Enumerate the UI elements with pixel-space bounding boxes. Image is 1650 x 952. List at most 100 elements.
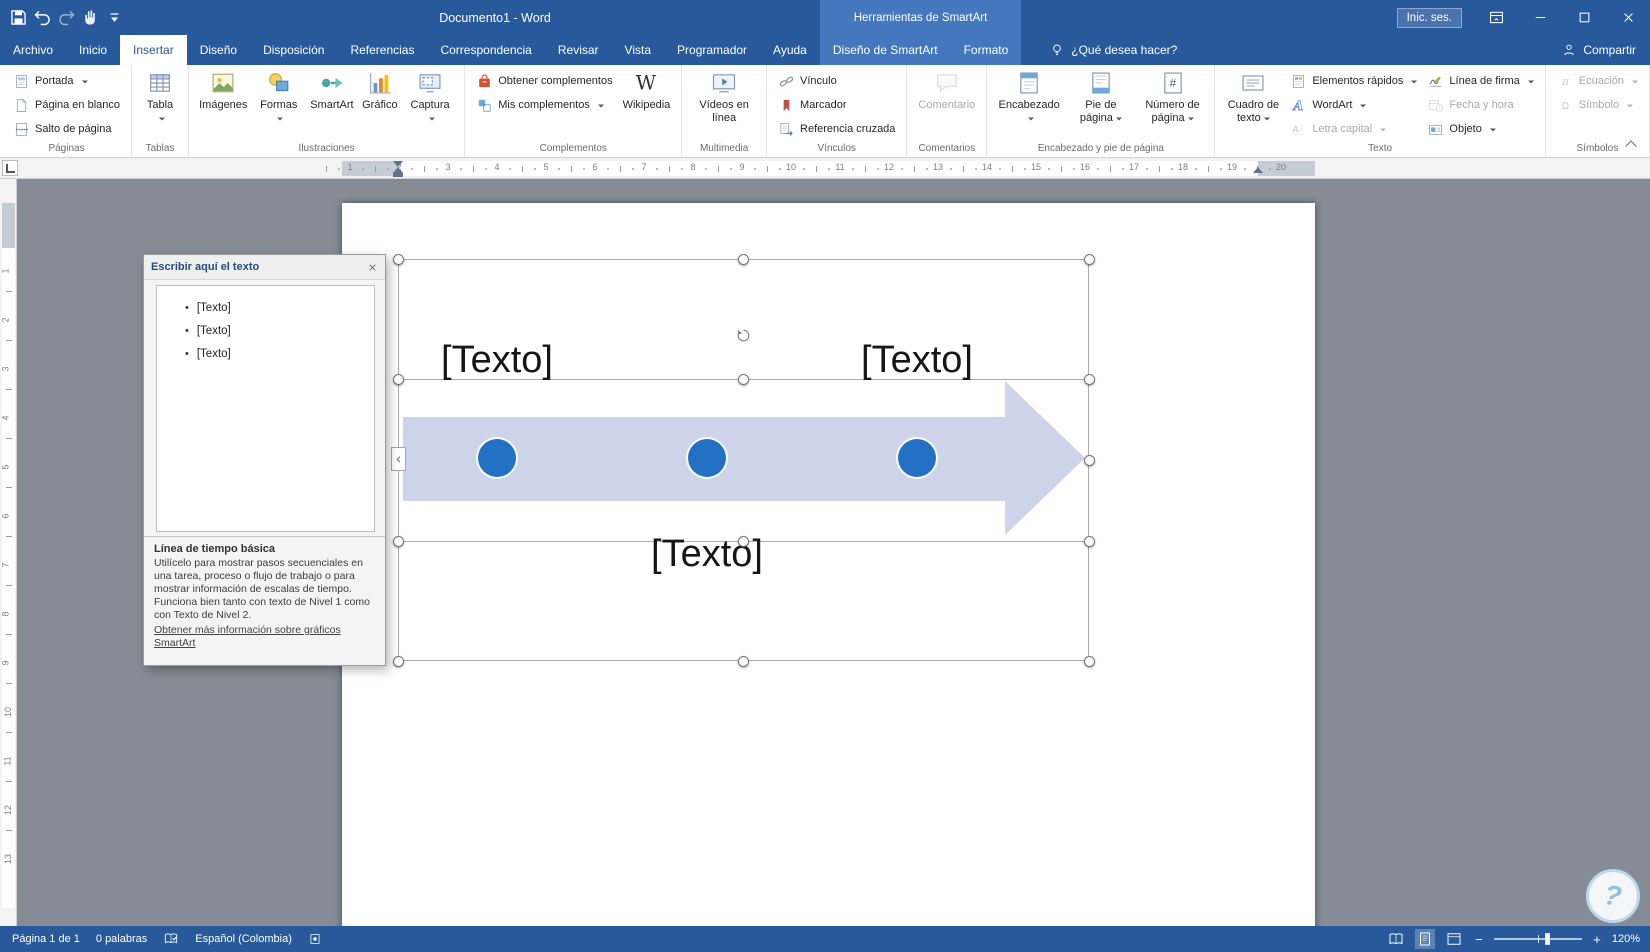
maximize-button[interactable] <box>1562 0 1606 35</box>
text-pane-header[interactable]: Escribir aquí el texto <box>144 255 385 280</box>
zoom-slider-thumb[interactable] <box>1544 933 1550 945</box>
collapse-ribbon-icon[interactable] <box>1624 138 1638 152</box>
selection-handle[interactable] <box>392 253 404 265</box>
group-label-encabezado-y-pie-de-pagina: Encabezado y pie de página <box>1037 143 1164 154</box>
tab-correspondencia[interactable]: Correspondencia <box>427 35 544 65</box>
undo-icon[interactable] <box>32 7 53 28</box>
touch-mode-icon[interactable] <box>80 7 101 28</box>
timeline-label-top-2[interactable]: [Texto] <box>861 339 973 381</box>
selection-handle[interactable] <box>392 373 404 385</box>
tab-programador[interactable]: Programador <box>664 35 760 65</box>
selection-handle[interactable] <box>1083 655 1095 667</box>
tab-inicio[interactable]: Inicio <box>66 35 120 65</box>
learn-more-link[interactable]: Obtener más información sobre gráficos S… <box>154 624 375 650</box>
word-count[interactable]: 0 palabras <box>96 933 147 945</box>
ribbon-objeto[interactable]: Objeto <box>1423 119 1537 139</box>
redo-icon[interactable] <box>56 7 77 28</box>
selection-handle[interactable] <box>392 655 404 667</box>
selection-handle[interactable] <box>738 253 749 265</box>
tab-revisar[interactable]: Revisar <box>545 35 612 65</box>
timeline-milestone-circle-3[interactable] <box>898 439 936 477</box>
selection-handle[interactable] <box>1083 253 1095 265</box>
ribbon-tabla[interactable]: Tabla <box>139 66 181 125</box>
selection-handle[interactable] <box>738 373 749 385</box>
ribbon-ecuacion[interactable]: π Ecuación <box>1553 71 1642 91</box>
ribbon-imagenes[interactable]: Imágenes <box>196 66 250 113</box>
ribbon-vinculo[interactable]: Vínculo <box>774 71 899 91</box>
ribbon-letra-capital[interactable]: A Letra capital <box>1286 119 1421 139</box>
rotate-handle-icon[interactable] <box>735 327 752 344</box>
tab-diseno[interactable]: Diseño <box>187 35 250 65</box>
ribbon-formas[interactable]: Formas <box>253 66 306 125</box>
selection-handle[interactable] <box>738 535 749 547</box>
zoom-slider[interactable] <box>1493 932 1582 946</box>
tell-me-box[interactable]: ¿Qué desea hacer? <box>1049 35 1177 65</box>
save-icon[interactable] <box>8 7 29 28</box>
ribbon-simbolo[interactable]: Ω Símbolo <box>1553 95 1642 115</box>
tab-selector-icon[interactable] <box>2 160 18 176</box>
timeline-milestone-circle-2[interactable] <box>688 439 726 477</box>
tab-diseno-de-smartart[interactable]: Diseño de SmartArt <box>820 35 951 65</box>
ribbon-videos-en-linea[interactable]: Vídeos en línea <box>689 66 759 125</box>
tab-disposicion[interactable]: Disposición <box>250 35 337 65</box>
selection-handle[interactable] <box>738 655 749 667</box>
ribbon-elementos-rapidos[interactable]: Elementos rápidos <box>1286 71 1421 91</box>
ribbon-grafico[interactable]: Gráfico <box>359 66 401 113</box>
ribbon-mis-complementos[interactable]: Mis complementos <box>472 95 616 115</box>
selection-handle[interactable] <box>1083 535 1095 547</box>
ribbon-pagina-en-blanco[interactable]: Página en blanco <box>9 95 124 115</box>
tab-insertar[interactable]: Insertar <box>120 35 187 65</box>
text-pane-list[interactable]: • [Texto] • [Texto] • [Texto] <box>156 285 375 532</box>
language-indicator[interactable]: Español (Colombia) <box>195 933 292 945</box>
ribbon-wikipedia[interactable]: W Wikipedia <box>619 66 675 113</box>
ribbon-fecha-y-hora[interactable]: Fecha y hora <box>1423 95 1537 115</box>
ribbon-portada[interactable]: Portada <box>9 71 124 91</box>
text-pane-item[interactable]: • [Texto] <box>163 319 368 342</box>
ribbon-cuadro-de-texto[interactable]: Cuadro de texto <box>1222 66 1284 125</box>
tab-ayuda[interactable]: Ayuda <box>760 35 820 65</box>
ribbon-referencia-cruzada[interactable]: Referencia cruzada <box>774 119 899 139</box>
close-icon[interactable] <box>367 262 378 273</box>
proofing-status-icon[interactable] <box>163 931 179 947</box>
timeline-milestone-circle-1[interactable] <box>478 439 516 477</box>
zoom-level[interactable]: 120% <box>1612 933 1640 945</box>
sign-in-button[interactable]: Inic. ses. <box>1396 7 1462 28</box>
ribbon-pie-de-pagina[interactable]: Pie de página <box>1066 66 1136 125</box>
read-mode-button[interactable] <box>1386 929 1406 949</box>
ribbon-captura[interactable]: Captura <box>403 66 457 125</box>
selection-handle[interactable] <box>1083 373 1095 385</box>
tab-vista[interactable]: Vista <box>612 35 664 65</box>
timeline-arrow-head[interactable] <box>1005 381 1085 535</box>
web-layout-button[interactable] <box>1444 929 1464 949</box>
ribbon-numero-de-pagina[interactable]: # Número de página <box>1138 66 1208 125</box>
text-pane-item[interactable]: • [Texto] <box>163 296 368 319</box>
zoom-out-button[interactable]: − <box>1473 932 1485 947</box>
left-indent-marker[interactable] <box>393 173 403 177</box>
right-indent-marker[interactable] <box>1253 167 1263 173</box>
ribbon-linea-de-firma[interactable]: Línea de firma <box>1423 71 1537 91</box>
text-pane-toggle[interactable] <box>391 447 406 471</box>
ribbon-salto-de-pagina[interactable]: Salto de página <box>9 119 124 139</box>
ribbon-display-options-icon[interactable] <box>1474 0 1518 35</box>
timeline-label-top-1[interactable]: [Texto] <box>441 339 553 381</box>
customize-qat-icon[interactable] <box>104 7 125 28</box>
ribbon-encabezado[interactable]: Encabezado <box>994 66 1064 125</box>
minimize-button[interactable] <box>1518 0 1562 35</box>
selection-handle[interactable] <box>392 535 404 547</box>
ribbon-obtener-complementos[interactable]: Obtener complementos <box>472 71 616 91</box>
zoom-in-button[interactable]: + <box>1591 932 1603 947</box>
close-button[interactable] <box>1606 0 1650 35</box>
tab-formato[interactable]: Formato <box>951 35 1022 65</box>
print-layout-button[interactable] <box>1414 929 1435 949</box>
tab-archivo[interactable]: Archivo <box>0 35 66 65</box>
ribbon-wordart[interactable]: A WordArt <box>1286 95 1421 115</box>
text-pane-item[interactable]: • [Texto] <box>163 342 368 365</box>
ribbon-comentario[interactable]: Comentario <box>914 66 979 113</box>
tab-referencias[interactable]: Referencias <box>337 35 427 65</box>
selection-handle[interactable] <box>1083 454 1095 466</box>
ribbon-smartart[interactable]: SmartArt <box>307 66 357 113</box>
macro-record-icon[interactable] <box>308 932 322 946</box>
ribbon-marcador[interactable]: Marcador <box>774 95 899 115</box>
share-button[interactable]: Compartir <box>1561 35 1636 65</box>
page-indicator[interactable]: Página 1 de 1 <box>12 933 80 945</box>
